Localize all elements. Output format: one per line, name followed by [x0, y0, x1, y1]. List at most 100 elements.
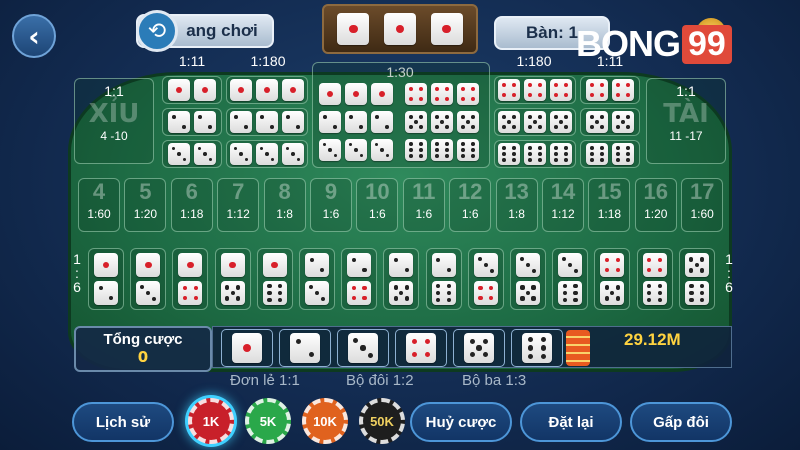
bet-total-15[interactable]: 15 1:18	[588, 178, 631, 232]
die-face-3	[516, 253, 540, 277]
die-face-3	[256, 143, 278, 165]
bet-combo-2-5[interactable]	[383, 248, 420, 310]
total-odds: 1:12	[226, 207, 250, 221]
die-face-1	[220, 253, 245, 277]
any-triple-group-1	[319, 83, 393, 105]
bet-triple-4[interactable]	[494, 76, 576, 104]
die-face-6	[642, 281, 667, 305]
die-face-2	[194, 111, 216, 133]
bet-combo-5-6[interactable]	[678, 248, 715, 310]
bet-total-9[interactable]: 9 1:6	[310, 178, 352, 232]
chip-5k[interactable]: 5K	[245, 398, 291, 444]
bet-total-16[interactable]: 16 1:20	[634, 178, 677, 232]
die-face-4	[457, 83, 479, 105]
die-face-1	[256, 79, 278, 101]
bet-total-7[interactable]: 7 1:12	[217, 178, 260, 232]
bet-single-3[interactable]	[337, 329, 389, 367]
bet-total-14[interactable]: 14 1:12	[542, 178, 584, 232]
bet-combo-2-3[interactable]	[299, 248, 335, 310]
die-face-4	[550, 79, 572, 101]
bet-pair-4[interactable]	[580, 76, 640, 104]
result-die	[430, 13, 463, 45]
chip-stack-icon	[566, 330, 590, 366]
die-face-1	[94, 253, 118, 277]
history-button[interactable]: Lịch sử	[72, 402, 174, 442]
bet-single-6[interactable]	[511, 329, 563, 367]
bet-pair-3[interactable]	[162, 140, 222, 168]
chevron-left-icon: ‹	[28, 19, 40, 53]
bet-triple-6[interactable]	[494, 140, 576, 168]
bet-total-5[interactable]: 5 1:20	[124, 178, 167, 232]
bet-total-6[interactable]: 6 1:18	[170, 178, 213, 232]
chip-10k[interactable]: 10K	[302, 398, 348, 444]
die-face-4	[600, 253, 625, 277]
chip-1k[interactable]: 1K	[188, 398, 234, 444]
bet-single-4[interactable]	[395, 329, 447, 367]
die-face-6	[524, 143, 546, 165]
bet-combo-1-6[interactable]	[256, 248, 293, 310]
balance-value: 29.12M	[624, 330, 681, 349]
bet-combo-4-6[interactable]	[636, 248, 673, 310]
any-triple-group-2	[319, 111, 393, 133]
bet-pair-6[interactable]	[580, 140, 640, 168]
pair-odds-left: 1:11	[178, 53, 206, 69]
bet-triple-1[interactable]	[226, 76, 308, 104]
any-triple-group-5	[405, 111, 479, 133]
total-odds: 1:18	[597, 207, 622, 221]
die-face-5	[405, 111, 427, 133]
double-bet-button[interactable]: Gấp đôi	[630, 402, 732, 442]
history-game-label: ang chơi	[186, 21, 258, 40]
die-face-3	[136, 281, 161, 305]
dice-result-box	[322, 4, 478, 54]
xiu-label: XỈU	[88, 99, 140, 129]
bet-total-12[interactable]: 12 1:6	[449, 178, 492, 232]
die-face-3	[168, 143, 190, 165]
die-face-3	[194, 143, 216, 165]
die-face-4	[612, 79, 634, 101]
bet-triple-2[interactable]	[226, 108, 308, 136]
bet-single-1[interactable]	[221, 329, 273, 367]
die-face-4	[642, 253, 667, 277]
bet-triple-3[interactable]	[226, 140, 308, 168]
combo-odds-right-2: :	[727, 265, 731, 281]
bet-combo-1-3[interactable]	[130, 248, 167, 310]
combo-odds-left-2: :	[75, 265, 79, 281]
bet-combo-1-5[interactable]	[214, 248, 251, 310]
bet-single-5[interactable]	[453, 329, 505, 367]
tai-range: 11 -17	[669, 129, 703, 143]
bet-any-triple[interactable]	[312, 62, 490, 168]
bet-tai[interactable]: 1:1 TÀI 11 -17	[646, 78, 726, 164]
bet-total-8[interactable]: 8 1:8	[263, 178, 306, 232]
bet-combo-3-6[interactable]	[552, 248, 589, 310]
die-face-2	[389, 253, 414, 277]
back-button[interactable]: ‹	[12, 14, 56, 58]
bet-combo-1-4[interactable]	[172, 248, 209, 310]
chip-50k[interactable]: 50K	[359, 398, 405, 444]
die-face-2	[256, 111, 278, 133]
reset-button[interactable]: Đặt lại	[520, 402, 622, 442]
bet-total-10[interactable]: 10 1:6	[356, 178, 399, 232]
bet-total-4[interactable]: 4 1:60	[78, 178, 120, 232]
bet-combo-1-2[interactable]	[88, 248, 124, 310]
bet-combo-2-4[interactable]	[341, 248, 378, 310]
bet-pair-2[interactable]	[162, 108, 222, 136]
total-number: 5	[139, 179, 152, 204]
bet-single-2[interactable]	[279, 329, 331, 367]
bet-combo-3-4[interactable]	[467, 248, 504, 310]
bet-triple-5[interactable]	[494, 108, 576, 136]
cancel-bet-button[interactable]: Huỷ cược	[410, 402, 512, 442]
bet-combo-4-5[interactable]	[594, 248, 631, 310]
die-face-1	[319, 83, 341, 105]
bet-total-13[interactable]: 13 1:8	[495, 178, 538, 232]
bet-combo-2-6[interactable]	[425, 248, 462, 310]
die-face-1	[232, 333, 262, 363]
bet-total-11[interactable]: 11 1:6	[402, 178, 445, 232]
bet-total-17[interactable]: 17 1:60	[681, 178, 724, 232]
bet-xiu[interactable]: 1:1 XỈU 4 -10	[74, 78, 154, 164]
history-clock-icon[interactable]: ⟲	[136, 10, 178, 52]
bet-combo-3-5[interactable]	[510, 248, 546, 310]
die-face-6	[684, 281, 709, 305]
bet-pair-1[interactable]	[162, 76, 222, 104]
bet-pair-5[interactable]	[580, 108, 640, 136]
die-face-5	[389, 281, 414, 305]
